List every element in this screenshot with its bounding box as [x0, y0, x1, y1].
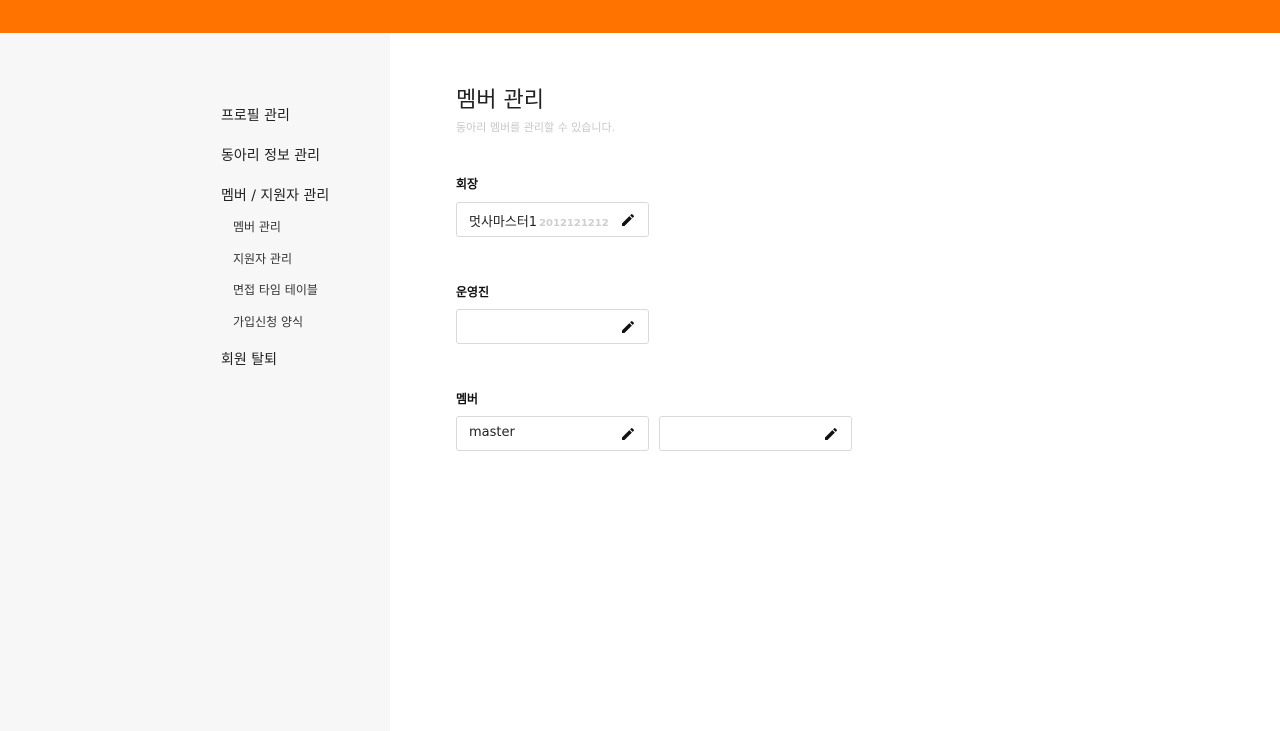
sidebar-item-profile[interactable]: 프로필 관리 [221, 105, 329, 145]
president-id: 2012121212 [539, 218, 609, 229]
sidebar: 프로필 관리 동아리 정보 관리 멤버 / 지원자 관리 멤버 관리 지원자 관… [0, 33, 390, 731]
sidebar-item-withdraw[interactable]: 회원 탈퇴 [221, 349, 329, 389]
sidebar-nav: 프로필 관리 동아리 정보 관리 멤버 / 지원자 관리 멤버 관리 지원자 관… [221, 105, 329, 389]
sidebar-subitem-applicant[interactable]: 지원자 관리 [233, 249, 329, 281]
staff-field[interactable] [456, 309, 649, 344]
pencil-icon[interactable] [823, 426, 839, 442]
pencil-icon[interactable] [620, 319, 636, 335]
staff-label: 운영진 [456, 285, 490, 299]
pencil-icon[interactable] [620, 426, 636, 442]
member-name: master [469, 425, 515, 440]
members-label: 멤버 [456, 392, 479, 406]
sidebar-subitem-interview-timetable[interactable]: 면접 타임 테이블 [233, 280, 329, 312]
sidebar-item-club-info[interactable]: 동아리 정보 관리 [221, 145, 329, 185]
president-name: 멋사마스터1 [469, 215, 538, 230]
president-field[interactable]: 멋사마스터1 2012121212 [456, 202, 649, 237]
president-label: 회장 [456, 177, 479, 191]
top-bar [0, 0, 1280, 33]
sidebar-sub-list: 멤버 관리 지원자 관리 면접 타임 테이블 가입신청 양식 [221, 217, 329, 343]
page-subtitle: 동아리 멤버를 관리할 수 있습니다. [456, 121, 616, 134]
pencil-icon[interactable] [620, 212, 636, 228]
member-field[interactable]: master [456, 416, 649, 451]
sidebar-subitem-member[interactable]: 멤버 관리 [233, 217, 329, 249]
president-field-text: 멋사마스터1 2012121212 [469, 211, 609, 230]
member-field[interactable] [659, 416, 852, 451]
sidebar-subitem-application-form[interactable]: 가입신청 양식 [233, 312, 329, 344]
page-title: 멤버 관리 [456, 88, 544, 113]
